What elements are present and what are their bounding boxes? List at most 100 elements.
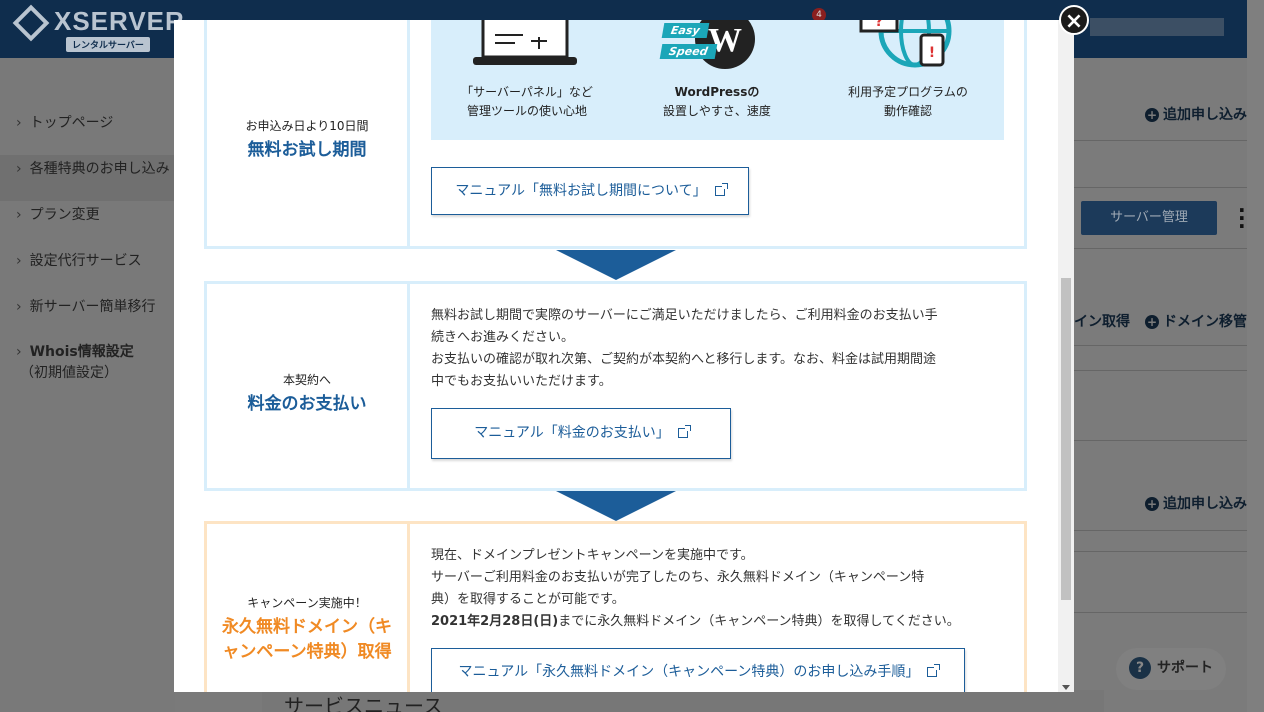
divider (1074, 530, 1247, 531)
flow-arrow-down-icon (556, 491, 676, 521)
step-title: 無料お試し期間 (247, 139, 367, 160)
step-free-domain: キャンペーン実施中！ 永久無料ドメイン（キ ャンペーン特典）取得 現在、ドメインプ… (204, 521, 1027, 692)
sidebar-item-top-page[interactable]: トップページ (16, 112, 114, 132)
domain-transfer-link[interactable]: + ドメイン移管 (1145, 311, 1247, 331)
more-options-icon[interactable]: · · · (1238, 200, 1246, 236)
text-line: 続きへお進みください。 (431, 330, 575, 345)
manual-button-label: マニュアル「料金のお支払い」 (474, 425, 670, 441)
feature-line: 利用予定プログラムの (848, 85, 968, 99)
step-label: キャンペーン実施中！ 永久無料ドメイン（キ ャンペーン特典）取得 (207, 524, 410, 692)
server-panel-laptop-icon (473, 20, 577, 65)
feature-program-check: 利用予定プログラムの 動作確認 (818, 83, 998, 121)
campaign-paragraph-2: サーバーご利用料金のお支払いが完了したのち、永久無料ドメイン（キャンペーン特 典）… (431, 567, 1004, 611)
step-description: 無料お試し期間で実際のサーバーにご満足いただけましたら、ご利用料金のお支払い手続… (431, 305, 1004, 393)
sidebar-item-label: 各種特典のお申し込み (29, 161, 170, 177)
add-apply-link[interactable]: + 追加申し込み (1145, 104, 1247, 124)
modal-scrollbar[interactable] (1058, 20, 1074, 692)
add-apply-link-2[interactable]: + 追加申し込み (1145, 493, 1247, 513)
manual-free-domain-button[interactable]: マニュアル「永久無料ドメイン（キャンペーン特典）のお申し込み手順」 (431, 648, 965, 692)
step-description: 現在、ドメインプレゼントキャンペーンを実施中です。 サーバーご利用料金のお支払い… (431, 545, 1004, 633)
page-scrollbar[interactable] (1247, 0, 1264, 712)
xserver-logo[interactable]: XSERVER (12, 4, 185, 42)
sidebar: トップページ 各種特典のお申し込み プラン変更 設定代行サービス 新サーバー簡単… (0, 58, 175, 712)
external-link-icon (927, 664, 941, 677)
svg-text:!: ! (929, 45, 935, 61)
manual-payment-button[interactable]: マニュアル「料金のお支払い」 (431, 408, 731, 459)
payment-paragraph-2: お支払いの確認が取れ次第、ご契約が本契約へと移行します。なお、料金は試用期間途中… (431, 349, 1004, 393)
feature-line: 管理ツールの使い心地 (466, 104, 587, 118)
payment-paragraph-1: 無料お試し期間で実際のサーバーにご満足いただけましたら、ご利用料金のお支払い手続… (431, 305, 1004, 349)
text-line: 無料お試し期間で実際のサーバーにご満足いただけましたら、ご利用料金のお支払い手 (431, 308, 938, 323)
domain-get-link[interactable]: イン取得 (1074, 311, 1130, 331)
modal-scrollbar-thumb[interactable] (1061, 278, 1071, 600)
modal-close-button[interactable]: × (1059, 5, 1089, 35)
feature-wordpress: WordPressの 設置しやすさ、速度 (627, 83, 807, 121)
svg-text:?: ? (875, 20, 883, 30)
support-button[interactable]: ? サポート (1116, 648, 1226, 690)
deadline-date: 2021年2月28日(日) (431, 614, 559, 629)
scroll-down-arrow-icon[interactable] (1062, 685, 1070, 690)
logo-subtitle: レンタルサーバー (66, 37, 150, 52)
divider (1074, 248, 1247, 249)
header-account-box[interactable] (1090, 18, 1224, 36)
text-line: 典）を取得することが可能です。 (431, 592, 625, 607)
plus-icon: + (1145, 497, 1159, 511)
step-title: 永久無料ドメイン（キ ャンペーン特典）取得 (207, 615, 407, 665)
divider (1074, 140, 1247, 141)
feature-line: 「サーバーパネル」など (461, 85, 593, 99)
deadline-text: までに永久無料ドメイン（キャンペーン特典）を取得してください。 (558, 614, 960, 629)
external-link-icon (714, 183, 728, 196)
manual-free-trial-button[interactable]: マニュアル「無料お試し期間について」 (431, 167, 749, 215)
sidebar-item-label: Whois情報設定 (29, 344, 134, 360)
divider (1074, 612, 1247, 613)
step-subtitle: 本契約へ (282, 373, 331, 387)
support-label: サポート (1157, 660, 1213, 676)
speed-label: Speed (667, 45, 709, 58)
service-news-heading: サービスニュース (262, 690, 1104, 712)
main-content-right (1074, 58, 1247, 712)
sidebar-item-benefits[interactable]: 各種特典のお申し込み (16, 158, 170, 178)
domain-transfer-label: ドメイン移管 (1163, 314, 1247, 330)
divider (1074, 187, 1247, 188)
logo-text: XSERVER (54, 6, 185, 36)
sidebar-item-setup-service[interactable]: 設定代行サービス (16, 250, 142, 270)
step-label: 本契約へ 料金のお支払い (207, 284, 410, 488)
flow-arrow-down-icon (556, 250, 676, 280)
step-subtitle: キャンペーン実施中！ (247, 596, 367, 610)
text-line: お支払いの確認が取れ次第、ご契約が本契約へと移行します。なお、料金は試用期間途 (431, 352, 937, 367)
server-manage-button[interactable]: サーバー管理 (1081, 201, 1217, 235)
divider (1074, 551, 1247, 552)
trial-flow-modal: お申込み日より10日間 無料お試し期間 W Easy Speed ? ! 「サー… (174, 20, 1074, 692)
feature-line: WordPressの (674, 85, 760, 99)
sidebar-item-plan-change[interactable]: プラン変更 (16, 204, 100, 224)
step-label: お申込み日より10日間 無料お試し期間 (207, 20, 410, 246)
domain-get-label: イン取得 (1074, 314, 1130, 330)
program-check-globe-icon: ? ! (859, 20, 952, 68)
campaign-deadline: 2021年2月28日(日)までに永久無料ドメイン（キャンペーン特典）を取得してく… (431, 611, 1004, 633)
divider (1074, 370, 1247, 371)
sidebar-item-label: プラン変更 (29, 207, 100, 223)
text-line: 中でもお支払いいただけます。 (431, 374, 612, 389)
add-apply-label: 追加申し込み (1163, 496, 1247, 512)
sidebar-item-whois[interactable]: Whois情報設定 （初期値設定） (16, 342, 134, 384)
manual-button-label: マニュアル「無料お試し期間について」 (455, 183, 707, 199)
sidebar-item-label: トップページ (29, 115, 114, 131)
sidebar-item-sublabel: （初期値設定） (20, 365, 118, 381)
feature-server-panel: 「サーバーパネル」など 管理ツールの使い心地 (437, 83, 617, 121)
sidebar-item-server-migration[interactable]: 新サーバー簡単移行 (16, 296, 156, 316)
sidebar-item-label: 新サーバー簡単移行 (29, 299, 156, 315)
plus-icon: + (1145, 315, 1159, 329)
feature-line: 動作確認 (883, 104, 932, 118)
easy-label: Easy (669, 24, 701, 37)
question-icon: ? (1129, 657, 1151, 679)
speed-badge: Speed (659, 44, 717, 59)
step-title: 料金のお支払い (247, 394, 367, 414)
title-line: 永久無料ドメイン（キ (222, 617, 392, 637)
feature-line: 設置しやすさ、速度 (663, 104, 771, 118)
plus-icon: + (1145, 108, 1159, 122)
divider (1074, 345, 1247, 346)
external-link-icon (677, 425, 691, 438)
step-subtitle: お申込み日より10日間 (245, 118, 369, 133)
divider (1074, 440, 1247, 441)
title-line: ャンペーン特典）取得 (222, 642, 392, 662)
